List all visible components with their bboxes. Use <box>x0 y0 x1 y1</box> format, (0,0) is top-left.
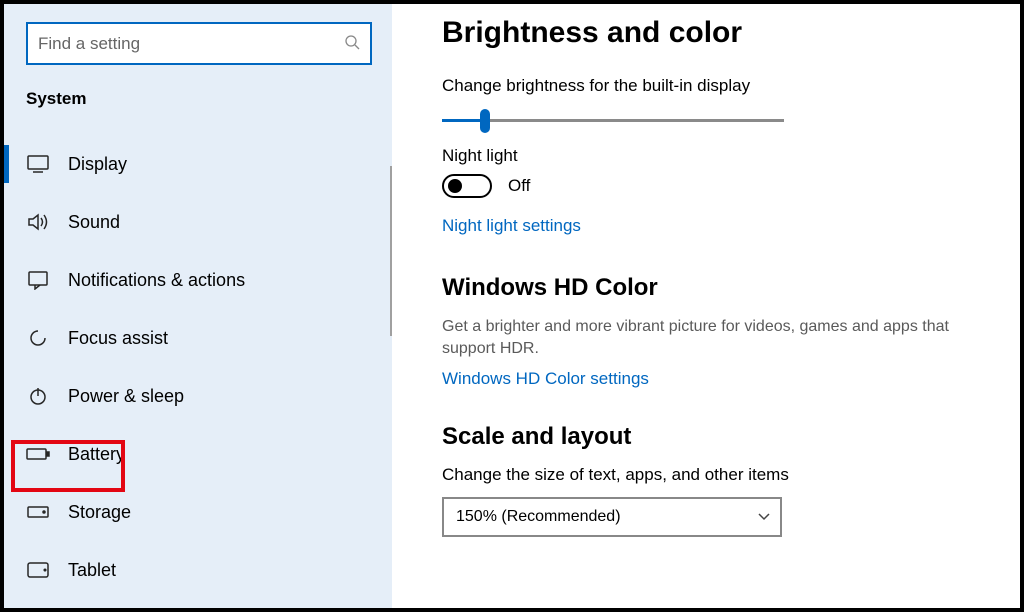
sidebar: System Display Sound Notifications & act… <box>4 4 392 608</box>
sidebar-item-power-sleep[interactable]: Power & sleep <box>4 367 392 425</box>
main-content: Brightness and color Change brightness f… <box>392 4 1020 608</box>
sidebar-item-label: Focus assist <box>68 328 168 349</box>
scale-label: Change the size of text, apps, and other… <box>442 465 990 485</box>
notifications-icon <box>26 268 50 292</box>
section-title: System <box>4 83 392 135</box>
storage-icon <box>26 500 50 524</box>
sidebar-item-notifications[interactable]: Notifications & actions <box>4 251 392 309</box>
sidebar-item-storage[interactable]: Storage <box>4 483 392 541</box>
sidebar-item-focus-assist[interactable]: Focus assist <box>4 309 392 367</box>
sidebar-item-label: Display <box>68 154 127 175</box>
scale-dropdown-value: 150% (Recommended) <box>456 508 621 526</box>
night-light-settings-link[interactable]: Night light settings <box>442 216 581 236</box>
nav-list: Display Sound Notifications & actions Fo… <box>4 135 392 599</box>
tablet-icon <box>26 558 50 582</box>
slider-thumb[interactable] <box>480 109 490 133</box>
section-heading-brightness: Brightness and color <box>442 16 990 50</box>
night-light-state: Off <box>508 176 530 196</box>
sidebar-item-label: Tablet <box>68 560 116 581</box>
sidebar-item-label: Battery <box>68 444 125 465</box>
scale-dropdown[interactable]: 150% (Recommended) <box>442 497 782 537</box>
sidebar-item-label: Sound <box>68 212 120 233</box>
brightness-label: Change brightness for the built-in displ… <box>442 76 990 96</box>
sidebar-item-tablet[interactable]: Tablet <box>4 541 392 599</box>
focus-assist-icon <box>26 326 50 350</box>
night-light-label: Night light <box>442 146 990 166</box>
battery-icon <box>26 442 50 466</box>
sidebar-item-label: Storage <box>68 502 131 523</box>
search-input[interactable] <box>38 34 344 54</box>
sidebar-item-battery[interactable]: Battery <box>4 425 392 483</box>
brightness-slider[interactable] <box>442 108 784 132</box>
sidebar-item-label: Power & sleep <box>68 386 184 407</box>
display-icon <box>26 152 50 176</box>
sound-icon <box>26 210 50 234</box>
power-icon <box>26 384 50 408</box>
sidebar-item-label: Notifications & actions <box>68 270 245 291</box>
toggle-knob <box>448 179 462 193</box>
hd-color-description: Get a brighter and more vibrant picture … <box>442 316 982 359</box>
section-heading-scale: Scale and layout <box>442 423 990 451</box>
chevron-down-icon <box>758 510 770 524</box>
search-box[interactable] <box>26 22 372 65</box>
sidebar-item-display[interactable]: Display <box>4 135 392 193</box>
night-light-toggle[interactable] <box>442 174 492 198</box>
section-heading-hdcolor: Windows HD Color <box>442 274 990 302</box>
slider-track <box>442 119 784 122</box>
sidebar-item-sound[interactable]: Sound <box>4 193 392 251</box>
settings-window: System Display Sound Notifications & act… <box>0 0 1024 612</box>
hd-color-settings-link[interactable]: Windows HD Color settings <box>442 369 649 389</box>
search-icon <box>344 34 360 53</box>
